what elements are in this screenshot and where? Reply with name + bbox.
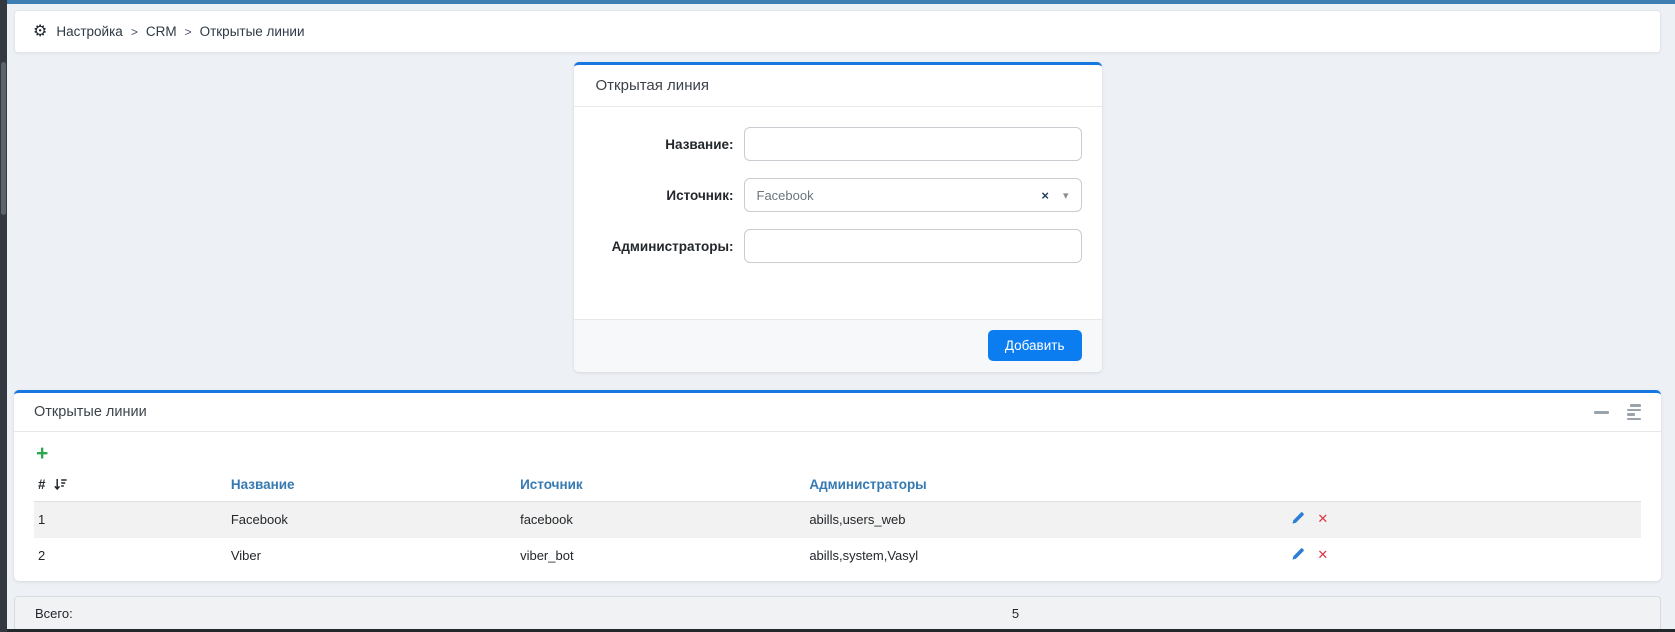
table-header-row: # Название: [34, 470, 1641, 502]
sort-icon: [54, 478, 67, 491]
name-input[interactable]: [744, 127, 1082, 161]
column-header-name[interactable]: Название: [227, 470, 516, 502]
breadcrumb-separator: >: [130, 25, 139, 39]
admins-input[interactable]: [744, 229, 1082, 263]
collapse-icon[interactable]: [1594, 411, 1609, 414]
page: ⚙ Настройка > CRM > Открытые линии Откры…: [7, 0, 1675, 631]
breadcrumb-separator: >: [184, 25, 193, 39]
delete-icon[interactable]: ✕: [1317, 511, 1328, 526]
list-menu-icon[interactable]: [1627, 404, 1641, 420]
open-lines-panel: Открытые линии + #: [14, 390, 1661, 581]
column-header-num[interactable]: #: [34, 470, 227, 502]
edit-icon[interactable]: [1291, 549, 1305, 564]
table-body: 1Facebookfacebookabills,users_web✕2Viber…: [34, 502, 1641, 574]
column-header-actions: [1287, 470, 1641, 502]
table-wrap: + #: [14, 432, 1661, 581]
edit-icon[interactable]: [1291, 513, 1305, 528]
admins-label: Администраторы:: [594, 239, 734, 254]
form-row-admins: Администраторы:: [594, 229, 1082, 263]
cell-num: 2: [34, 538, 227, 574]
open-lines-table: # Название: [34, 470, 1641, 573]
gear-icon: ⚙: [33, 24, 47, 40]
form-body: Название: Источник: Facebook × ▾ Админис…: [574, 107, 1102, 319]
window-top-edge: [0, 0, 1675, 4]
source-select[interactable]: Facebook × ▾: [744, 178, 1082, 212]
cell-source: viber_bot: [516, 538, 805, 574]
breadcrumb-item-crm[interactable]: CRM: [146, 24, 177, 39]
column-header-admins[interactable]: Администраторы: [805, 470, 1287, 502]
cell-source: facebook: [516, 502, 805, 538]
cell-num: 1: [34, 502, 227, 538]
delete-icon[interactable]: ✕: [1317, 547, 1328, 562]
open-line-form-panel: Открытая линия Название: Источник: Faceb…: [574, 62, 1102, 372]
cell-name: Facebook: [227, 502, 516, 538]
add-submit-button[interactable]: Добавить: [988, 330, 1082, 361]
total-value: 5: [1012, 606, 1019, 621]
column-header-source[interactable]: Источник: [516, 470, 805, 502]
breadcrumb: ⚙ Настройка > CRM > Открытые линии: [14, 10, 1661, 53]
add-row-icon[interactable]: +: [34, 440, 50, 470]
scrollbar-thumb[interactable]: [1, 62, 6, 215]
clear-icon[interactable]: ×: [1041, 188, 1049, 203]
form-footer: Добавить: [574, 319, 1102, 372]
source-label: Источник:: [594, 188, 734, 203]
breadcrumb-item-open-lines: Открытые линии: [200, 24, 305, 39]
breadcrumb-item-settings[interactable]: Настройка: [56, 24, 122, 39]
table-panel-header: Открытые линии: [14, 393, 1661, 432]
table-panel-title: Открытые линии: [34, 404, 147, 420]
table-row: 2Viberviber_botabills,system,Vasyl ✕: [34, 538, 1641, 574]
left-scrollbar[interactable]: [0, 0, 7, 632]
total-bar: Всего: 5: [14, 596, 1661, 631]
panel-header-icons: [1594, 404, 1641, 420]
cell-admins: abills,system,Vasyl: [805, 538, 1287, 574]
name-label: Название:: [594, 137, 734, 152]
num-header-label: #: [38, 477, 46, 492]
cell-name: Viber: [227, 538, 516, 574]
form-row-name: Название:: [594, 127, 1082, 161]
table-row: 1Facebookfacebookabills,users_web ✕: [34, 502, 1641, 538]
form-panel-title: Открытая линия: [574, 65, 1102, 107]
caret-down-icon[interactable]: ▾: [1063, 189, 1069, 202]
source-select-value: Facebook: [757, 188, 1042, 203]
total-label: Всего:: [35, 606, 73, 621]
form-row-source: Источник: Facebook × ▾: [594, 178, 1082, 212]
row-actions: ✕: [1287, 538, 1641, 574]
cell-admins: abills,users_web: [805, 502, 1287, 538]
row-actions: ✕: [1287, 502, 1641, 538]
